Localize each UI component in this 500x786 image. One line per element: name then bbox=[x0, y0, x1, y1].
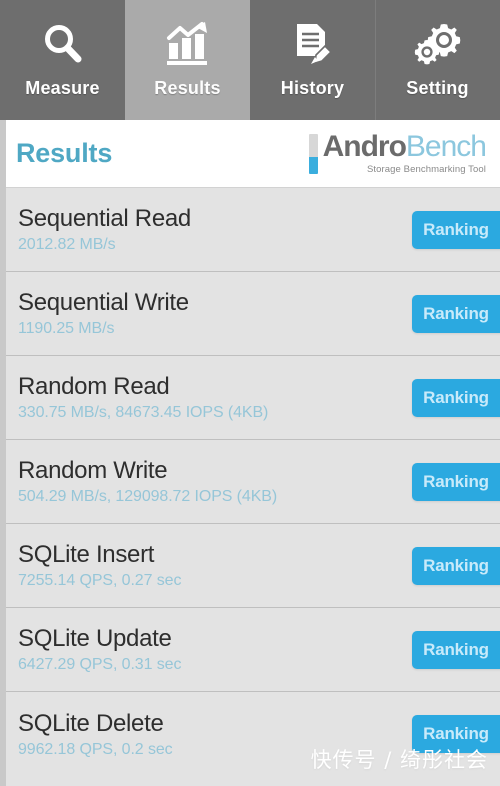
row-texts: SQLite Update 6427.29 QPS, 0.31 sec bbox=[18, 625, 181, 674]
ranking-button[interactable]: Ranking bbox=[412, 378, 500, 417]
logo-tagline: Storage Benchmarking Tool bbox=[366, 164, 486, 176]
row-title: Sequential Write bbox=[18, 289, 189, 316]
logo-word-bench: Bench bbox=[405, 130, 487, 164]
page-title: Results bbox=[16, 138, 113, 168]
row-title: SQLite Update bbox=[18, 625, 172, 652]
row-title: Sequential Read bbox=[18, 205, 191, 232]
bar-chart-trend-icon bbox=[164, 16, 212, 72]
row-texts: Sequential Write 1190.25 MB/s bbox=[18, 289, 189, 338]
androbench-logo: AndroBench Storage Benchmarking Tool bbox=[308, 130, 487, 176]
row-value: 1190.25 MB/s bbox=[18, 320, 115, 337]
table-row[interactable]: Sequential Read 2012.82 MB/s Ranking bbox=[0, 188, 500, 272]
ranking-button[interactable]: Ranking bbox=[412, 630, 500, 669]
row-texts: SQLite Insert 7255.14 QPS, 0.27 sec bbox=[18, 541, 181, 590]
row-value: 2012.82 MB/s bbox=[18, 236, 116, 253]
ranking-button[interactable]: Ranking bbox=[412, 294, 500, 333]
ranking-button[interactable]: Ranking bbox=[412, 546, 500, 585]
row-title: Random Write bbox=[18, 457, 168, 484]
row-title: SQLite Delete bbox=[18, 709, 164, 737]
gears-icon bbox=[414, 16, 462, 72]
results-list: Sequential Read 2012.82 MB/s Ranking Seq… bbox=[0, 188, 500, 776]
magnifier-icon bbox=[40, 16, 86, 72]
logo-text: AndroBench Storage Benchmarking Tool bbox=[322, 130, 487, 176]
logo-bar-icon bbox=[308, 133, 318, 174]
row-texts: Random Read 330.75 MB/s, 84673.45 IOPS (… bbox=[18, 373, 268, 422]
table-row[interactable]: SQLite Delete 9962.18 QPS, 0.2 sec Ranki… bbox=[0, 692, 500, 776]
row-texts: SQLite Delete 9962.18 QPS, 0.2 sec bbox=[18, 710, 173, 759]
row-value: 6427.29 QPS, 0.31 sec bbox=[18, 656, 182, 673]
row-texts: Sequential Read 2012.82 MB/s bbox=[18, 205, 191, 254]
tab-setting[interactable]: Setting bbox=[375, 0, 500, 120]
row-texts: Random Write 504.29 MB/s, 129098.72 IOPS… bbox=[18, 457, 277, 506]
ranking-button[interactable]: Ranking bbox=[412, 715, 500, 753]
table-row[interactable]: SQLite Update 6427.29 QPS, 0.31 sec Rank… bbox=[0, 608, 500, 692]
tab-setting-label: Setting bbox=[406, 78, 469, 98]
row-value: 7255.14 QPS, 0.27 sec bbox=[18, 572, 182, 589]
table-row[interactable]: Random Write 504.29 MB/s, 129098.72 IOPS… bbox=[0, 440, 500, 524]
androbench-app: Measure Results History Setting Results … bbox=[0, 0, 500, 786]
tab-results[interactable]: Results bbox=[125, 0, 250, 120]
row-value: 330.75 MB/s, 84673.45 IOPS (4KB) bbox=[18, 404, 269, 421]
logo-word-andro: Andro bbox=[322, 130, 407, 164]
table-row[interactable]: SQLite Insert 7255.14 QPS, 0.27 sec Rank… bbox=[0, 524, 500, 608]
row-value: 504.29 MB/s, 129098.72 IOPS (4KB) bbox=[18, 488, 278, 505]
left-edge-strip bbox=[0, 120, 6, 786]
page-header: Results AndroBench Storage Benchmarking … bbox=[0, 120, 500, 188]
logo-wordmark: AndroBench bbox=[322, 130, 487, 164]
main-navbar: Measure Results History Setting bbox=[0, 0, 500, 120]
row-title: SQLite Insert bbox=[18, 541, 155, 568]
tab-history[interactable]: History bbox=[250, 0, 375, 120]
document-pencil-icon bbox=[290, 16, 336, 72]
tab-results-label: Results bbox=[154, 78, 221, 98]
table-row[interactable]: Sequential Write 1190.25 MB/s Ranking bbox=[0, 272, 500, 356]
tab-measure[interactable]: Measure bbox=[0, 0, 125, 120]
ranking-button[interactable]: Ranking bbox=[412, 210, 500, 249]
tab-history-label: History bbox=[280, 78, 345, 98]
row-title: Random Read bbox=[18, 373, 170, 400]
ranking-button[interactable]: Ranking bbox=[412, 462, 500, 501]
tab-measure-label: Measure bbox=[25, 78, 100, 98]
table-row[interactable]: Random Read 330.75 MB/s, 84673.45 IOPS (… bbox=[0, 356, 500, 440]
row-value: 9962.18 QPS, 0.2 sec bbox=[18, 740, 173, 758]
